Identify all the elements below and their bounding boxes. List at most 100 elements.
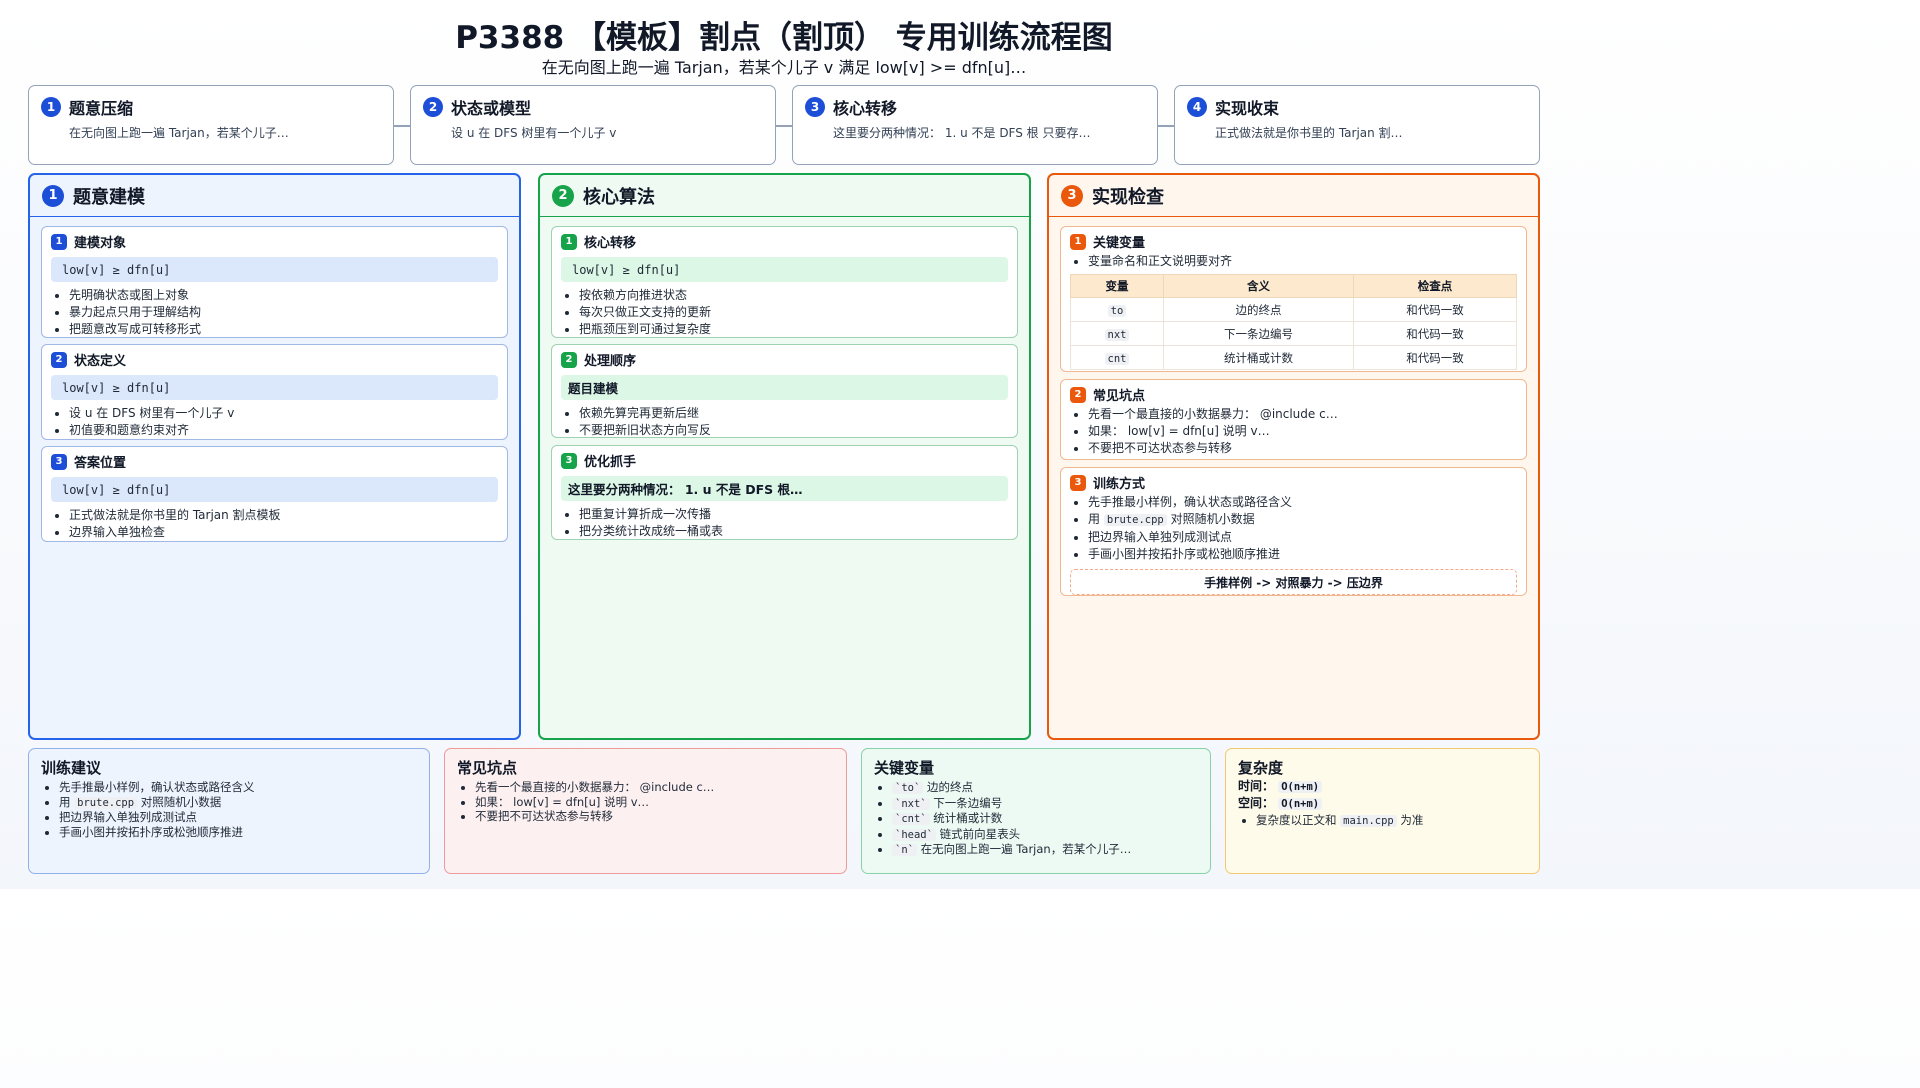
column-number-badge: 2 — [552, 184, 574, 207]
step-number-badge: 2 — [423, 97, 443, 117]
list-item: 把分类统计改成统一桶或表 — [579, 523, 1008, 540]
table-row: cnt 统计桶或计数 和代码一致 — [1070, 345, 1517, 370]
step-desc: 设 u 在 DFS 树里有一个儿子 v — [451, 126, 617, 140]
card-title: 训练方式 — [1093, 477, 1146, 492]
panel-title: 关键变量 — [874, 759, 935, 777]
space-label: 空间： — [1238, 796, 1275, 810]
list-item: 把瓶颈压到可通过复杂度 — [579, 321, 1008, 338]
list-item: 正式做法就是你书里的 Tarjan 割点模板 — [69, 507, 498, 524]
card-number-badge: 2 — [561, 351, 577, 368]
card-number-badge: 1 — [561, 233, 577, 250]
list-item: `head` 链式前向星表头 — [892, 827, 1198, 843]
flow-step-4: 4 实现收束 正式做法就是你书里的 Tarjan 割… — [1174, 85, 1540, 165]
step-title: 实现收束 — [1215, 99, 1280, 118]
card-number-badge: 3 — [51, 453, 67, 470]
card-number-badge: 1 — [51, 233, 67, 250]
space-complexity: 空间： O(n+m) — [1238, 795, 1527, 812]
card-core-transition: 1 核心转移 low[v] ≥ dfn[u] 按依赖方向推进状态 每次只做正文支持… — [551, 226, 1018, 338]
list-item: 先手推最小样例，确认状态或路径含义 — [59, 780, 417, 795]
code-tag: brute.cpp — [1103, 514, 1167, 526]
list-text: 为准 — [1400, 813, 1424, 827]
card-training-method: 3 训练方式 先手推最小样例，确认状态或路径含义 用 brute.cpp 对照随机… — [1060, 467, 1527, 596]
card-modeling-object: 1 建模对象 low[v] ≥ dfn[u] 先明确状态或图上对象 暴力起点只用于… — [41, 226, 508, 338]
column-header: 2 核心算法 — [540, 175, 1029, 217]
list-text: 用 — [59, 794, 71, 809]
step-number-badge: 3 — [805, 97, 825, 117]
flow-step-3: 3 核心转移 这里要分两种情况： 1. u 不是 DFS 根 只要存… — [792, 85, 1158, 165]
list-text: 下一条边编号 — [933, 795, 1003, 810]
table-cell: 和代码一致 — [1353, 321, 1517, 346]
list-item: 变量命名和正文说明要对齐 — [1088, 253, 1517, 270]
panel-key-variables: 关键变量 `to` 边的终点 `nxt` 下一条边编号 `cnt` 统计桶或计数… — [861, 748, 1211, 874]
page-subtitle: 在无向图上跑一遍 Tarjan，若某个儿子 v 满足 low[v] >= dfn… — [541, 58, 1027, 77]
card-title: 建模对象 — [74, 236, 127, 251]
space-value: O(n+m) — [1278, 798, 1323, 810]
time-value: O(n+m) — [1278, 781, 1323, 793]
page-title: P3388 【模板】割点（割顶） 专用训练流程图 — [455, 20, 1113, 56]
panel-training-advice: 训练建议 先手推最小样例，确认状态或路径含义 用 brute.cpp 对照随机小… — [28, 748, 430, 874]
highlight-bar: 这里要分两种情况： 1. u 不是 DFS 根… — [561, 476, 1008, 501]
list-item: `nxt` 下一条边编号 — [892, 796, 1198, 812]
list-item: `cnt` 统计桶或计数 — [892, 811, 1198, 827]
card-number-badge: 1 — [1070, 233, 1086, 250]
panel-title: 复杂度 — [1238, 759, 1284, 777]
table-row: nxt 下一条边编号 和代码一致 — [1070, 321, 1517, 346]
list-item: 如果： low[v] = dfn[u] 说明 v… — [475, 795, 834, 810]
list-item: 手画小图并按拓扑序或松弛顺序推进 — [59, 825, 417, 840]
step-number-badge: 4 — [1187, 97, 1207, 117]
list-item: 先看一个最直接的小数据暴力： @include c… — [475, 780, 834, 795]
table-cell: 和代码一致 — [1353, 345, 1517, 370]
table-header: 含义 — [1163, 274, 1354, 298]
table-row: to 边的终点 和代码一致 — [1070, 297, 1517, 322]
card-title: 关键变量 — [1093, 236, 1146, 251]
list-text: 对照随机小数据 — [140, 794, 222, 809]
list-item: 手画小图并按拓扑序或松弛顺序推进 — [1088, 546, 1517, 563]
code-tag: `head` — [892, 828, 936, 841]
column-header: 3 实现检查 — [1049, 175, 1538, 217]
code-formula: low[v] ≥ dfn[u] — [51, 375, 498, 400]
list-item: 不要把新旧状态方向写反 — [579, 422, 1008, 439]
card-number-badge: 3 — [561, 452, 577, 469]
card-title: 处理顺序 — [584, 354, 637, 369]
list-item: 先看一个最直接的小数据暴力： @include c… — [1088, 406, 1517, 423]
table-header: 检查点 — [1353, 274, 1517, 298]
card-number-badge: 2 — [1070, 386, 1086, 403]
card-title: 优化抓手 — [584, 455, 637, 470]
highlight-bar: 题目建模 — [561, 375, 1008, 400]
card-title: 答案位置 — [74, 456, 127, 471]
variable-code: cnt — [1104, 352, 1130, 365]
table-cell: 和代码一致 — [1353, 297, 1517, 322]
flow-step-1: 1 题意压缩 在无向图上跑一遍 Tarjan，若某个儿子… — [28, 85, 394, 165]
list-text: 对照随机小数据 — [1170, 512, 1255, 526]
panel-title: 训练建议 — [41, 759, 102, 777]
list-item: 初值要和题意约束对齐 — [69, 422, 498, 439]
list-item: 把边界输入单独列成测试点 — [59, 810, 417, 825]
variable-code: to — [1107, 304, 1127, 317]
code-tag: `to` — [892, 782, 924, 794]
card-state-definition: 2 状态定义 low[v] ≥ dfn[u] 设 u 在 DFS 树里有一个儿子 … — [41, 344, 508, 440]
time-complexity: 时间： O(n+m) — [1238, 778, 1527, 795]
step-number-badge: 1 — [41, 97, 61, 117]
table-header: 变量 — [1070, 274, 1164, 298]
card-processing-order: 2 处理顺序 题目建模 依赖先算完再更新后继 不要把新旧状态方向写反 — [551, 344, 1018, 438]
panel-title: 常见坑点 — [457, 759, 518, 777]
list-text: 用 — [1088, 512, 1101, 526]
code-tag: `cnt` — [892, 813, 930, 825]
column-modeling: 1 题意建模 1 建模对象 low[v] ≥ dfn[u] 先明确状态或图上对象 … — [28, 173, 521, 740]
list-item: 用 brute.cpp 对照随机小数据 — [1088, 511, 1517, 529]
card-answer-position: 3 答案位置 low[v] ≥ dfn[u] 正式做法就是你书里的 Tarjan … — [41, 446, 508, 542]
list-item: 把边界输入单独列成测试点 — [1088, 529, 1517, 546]
code-tag: `nxt` — [892, 797, 930, 810]
training-flow-summary: 手推样例 -> 对照暴力 -> 压边界 — [1070, 569, 1517, 595]
list-text: 链式前向星表头 — [939, 826, 1021, 841]
list-item: 先明确状态或图上对象 — [69, 287, 498, 304]
list-text: 复杂度以正文和 — [1256, 813, 1337, 827]
code-formula: low[v] ≥ dfn[u] — [51, 477, 498, 502]
variables-table: 变量 含义 检查点 to 边的终点 和代码一致 nxt 下一条边编号 和代码一致… — [1070, 274, 1517, 370]
list-text: 边的终点 — [926, 780, 973, 794]
card-title: 核心转移 — [584, 236, 637, 251]
card-key-variables: 1 关键变量 变量命名和正文说明要对齐 变量 含义 检查点 to 边的终点 和代码… — [1060, 226, 1527, 372]
flow-step-2: 2 状态或模型 设 u 在 DFS 树里有一个儿子 v — [410, 85, 776, 165]
list-item: 把重复计算折成一次传播 — [579, 506, 1008, 523]
panel-common-pitfalls: 常见坑点 先看一个最直接的小数据暴力： @include c… 如果： low[… — [444, 748, 847, 874]
